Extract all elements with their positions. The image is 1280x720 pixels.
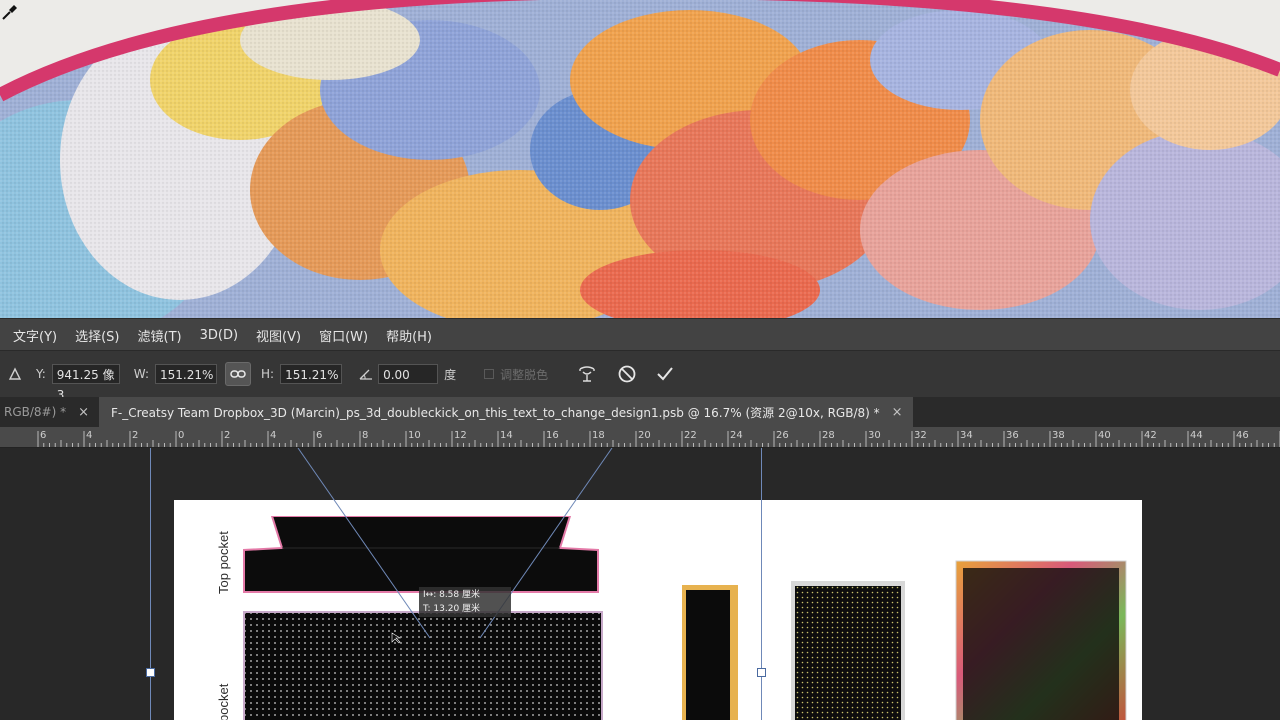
vertical-guide-right[interactable] (761, 448, 762, 720)
link-proportions-button[interactable] (225, 362, 251, 386)
tab-label: RGB/8#) * (4, 405, 67, 419)
ruler-label: 40 (1098, 430, 1111, 441)
menu-type[interactable]: 文字(Y) (8, 326, 62, 345)
measure-width-text: I↔: 8.58 厘米 (423, 590, 480, 600)
height-input[interactable]: 151.21% (280, 364, 343, 384)
ruler-label: 44 (1190, 430, 1203, 441)
menu-help[interactable]: 帮助(H) (381, 326, 437, 345)
ruler-label: 4 (270, 430, 277, 441)
warp-icon (579, 366, 595, 382)
tab-active-document[interactable]: F-_Creatsy Team Dropbox_3D (Marcin)_ps_3… (99, 397, 913, 427)
interpolation-label: 调整脱色 (500, 367, 549, 382)
menu-bar: 文字(Y) 选择(S) 滤镜(T) 3D(D) 视图(V) 窗口(W) 帮助(H… (0, 318, 1280, 351)
cancel-icon (618, 365, 636, 383)
menu-3d[interactable]: 3D(D) (195, 328, 243, 343)
transform-bounding-lines (297, 448, 613, 639)
w-label: W: (133, 367, 149, 381)
ruler-label: 24 (730, 430, 743, 441)
menu-select[interactable]: 选择(S) (70, 326, 124, 345)
ruler-label: 36 (1006, 430, 1019, 441)
ruler-label: 2 (224, 430, 231, 441)
ruler-label: 26 (776, 430, 789, 441)
transform-handle-left[interactable] (146, 668, 155, 677)
ruler-label: 20 (638, 430, 651, 441)
measurement-tooltip: I↔: 8.58 厘米 T: 13.20 厘米 (419, 587, 511, 617)
ruler-label: 4 (86, 430, 93, 441)
ruler-label: 10 (408, 430, 421, 441)
ruler-label: 6 (40, 430, 47, 441)
ruler-label: 34 (960, 430, 973, 441)
commit-transform-button[interactable] (652, 361, 678, 387)
cancel-transform-button[interactable] (614, 361, 640, 387)
close-icon[interactable]: × (78, 405, 89, 420)
ruler-label: 16 (546, 430, 559, 441)
ruler-label: 46 (1236, 430, 1249, 441)
ruler-label: 30 (868, 430, 881, 441)
menu-filter[interactable]: 滤镜(T) (133, 326, 187, 345)
canvas-area[interactable]: Top pocket pocket I↔: 8.58 厘米 T: 13.20 厘… (0, 448, 1280, 720)
ruler-label: 2 (132, 430, 139, 441)
ruler-label: 22 (684, 430, 697, 441)
checkmark-icon (657, 367, 673, 381)
angle-input[interactable]: 0.00 (378, 364, 439, 384)
eyedropper-cursor-icon (2, 5, 17, 20)
ruler-label: 8 (362, 430, 369, 441)
tab-previous-document[interactable]: RGB/8#) * × (0, 397, 99, 427)
ruler-label: 12 (454, 430, 467, 441)
ruler-label: 0 (178, 430, 185, 441)
transform-handle-right[interactable] (757, 668, 766, 677)
close-icon[interactable]: × (892, 405, 903, 420)
interp-checkbox[interactable] (484, 369, 495, 379)
menu-window[interactable]: 窗口(W) (314, 326, 373, 345)
y-input[interactable]: 941.25 像3 (51, 364, 120, 402)
measure-height-text: T: 13.20 厘米 (423, 604, 481, 614)
y-label: Y: (36, 367, 46, 381)
degree-label: 度 (444, 367, 457, 382)
warp-mode-button[interactable] (574, 361, 600, 387)
ruler-label: 38 (1052, 430, 1065, 441)
ruler-label: 6 (316, 430, 323, 441)
transform-options-bar: Y: 941.25 像3 W: 151.21% H: 151.21% 0.00 … (0, 350, 1280, 402)
tab-label: F-_Creatsy Team Dropbox_3D (Marcin)_ps_3… (111, 405, 880, 420)
3d-preview-viewport[interactable] (0, 0, 1280, 318)
ruler-label: 32 (914, 430, 927, 441)
vertical-guide-left[interactable] (150, 448, 151, 720)
document-tab-bar: RGB/8#) * × F-_Creatsy Team Dropbox_3D (… (0, 397, 1280, 427)
menu-view[interactable]: 视图(V) (251, 326, 306, 345)
horizontal-ruler[interactable]: 6 4 2 0 2 4 6 8 10 12 14 16 18 20 22 24 26 28 30 32 34 36 38 40… (0, 427, 1280, 448)
width-input[interactable]: 151.21% (155, 364, 217, 384)
arrow-cursor-icon (391, 632, 401, 644)
delta-icon (8, 367, 22, 380)
angle-icon (359, 369, 373, 380)
ruler-label: 18 (592, 430, 605, 441)
ruler-label: 28 (822, 430, 835, 441)
bag-texture-render (0, 0, 1280, 318)
ruler-label: 14 (500, 430, 513, 441)
ruler-label: 42 (1144, 430, 1157, 441)
h-label: H: (261, 367, 275, 381)
link-icon (230, 370, 246, 378)
